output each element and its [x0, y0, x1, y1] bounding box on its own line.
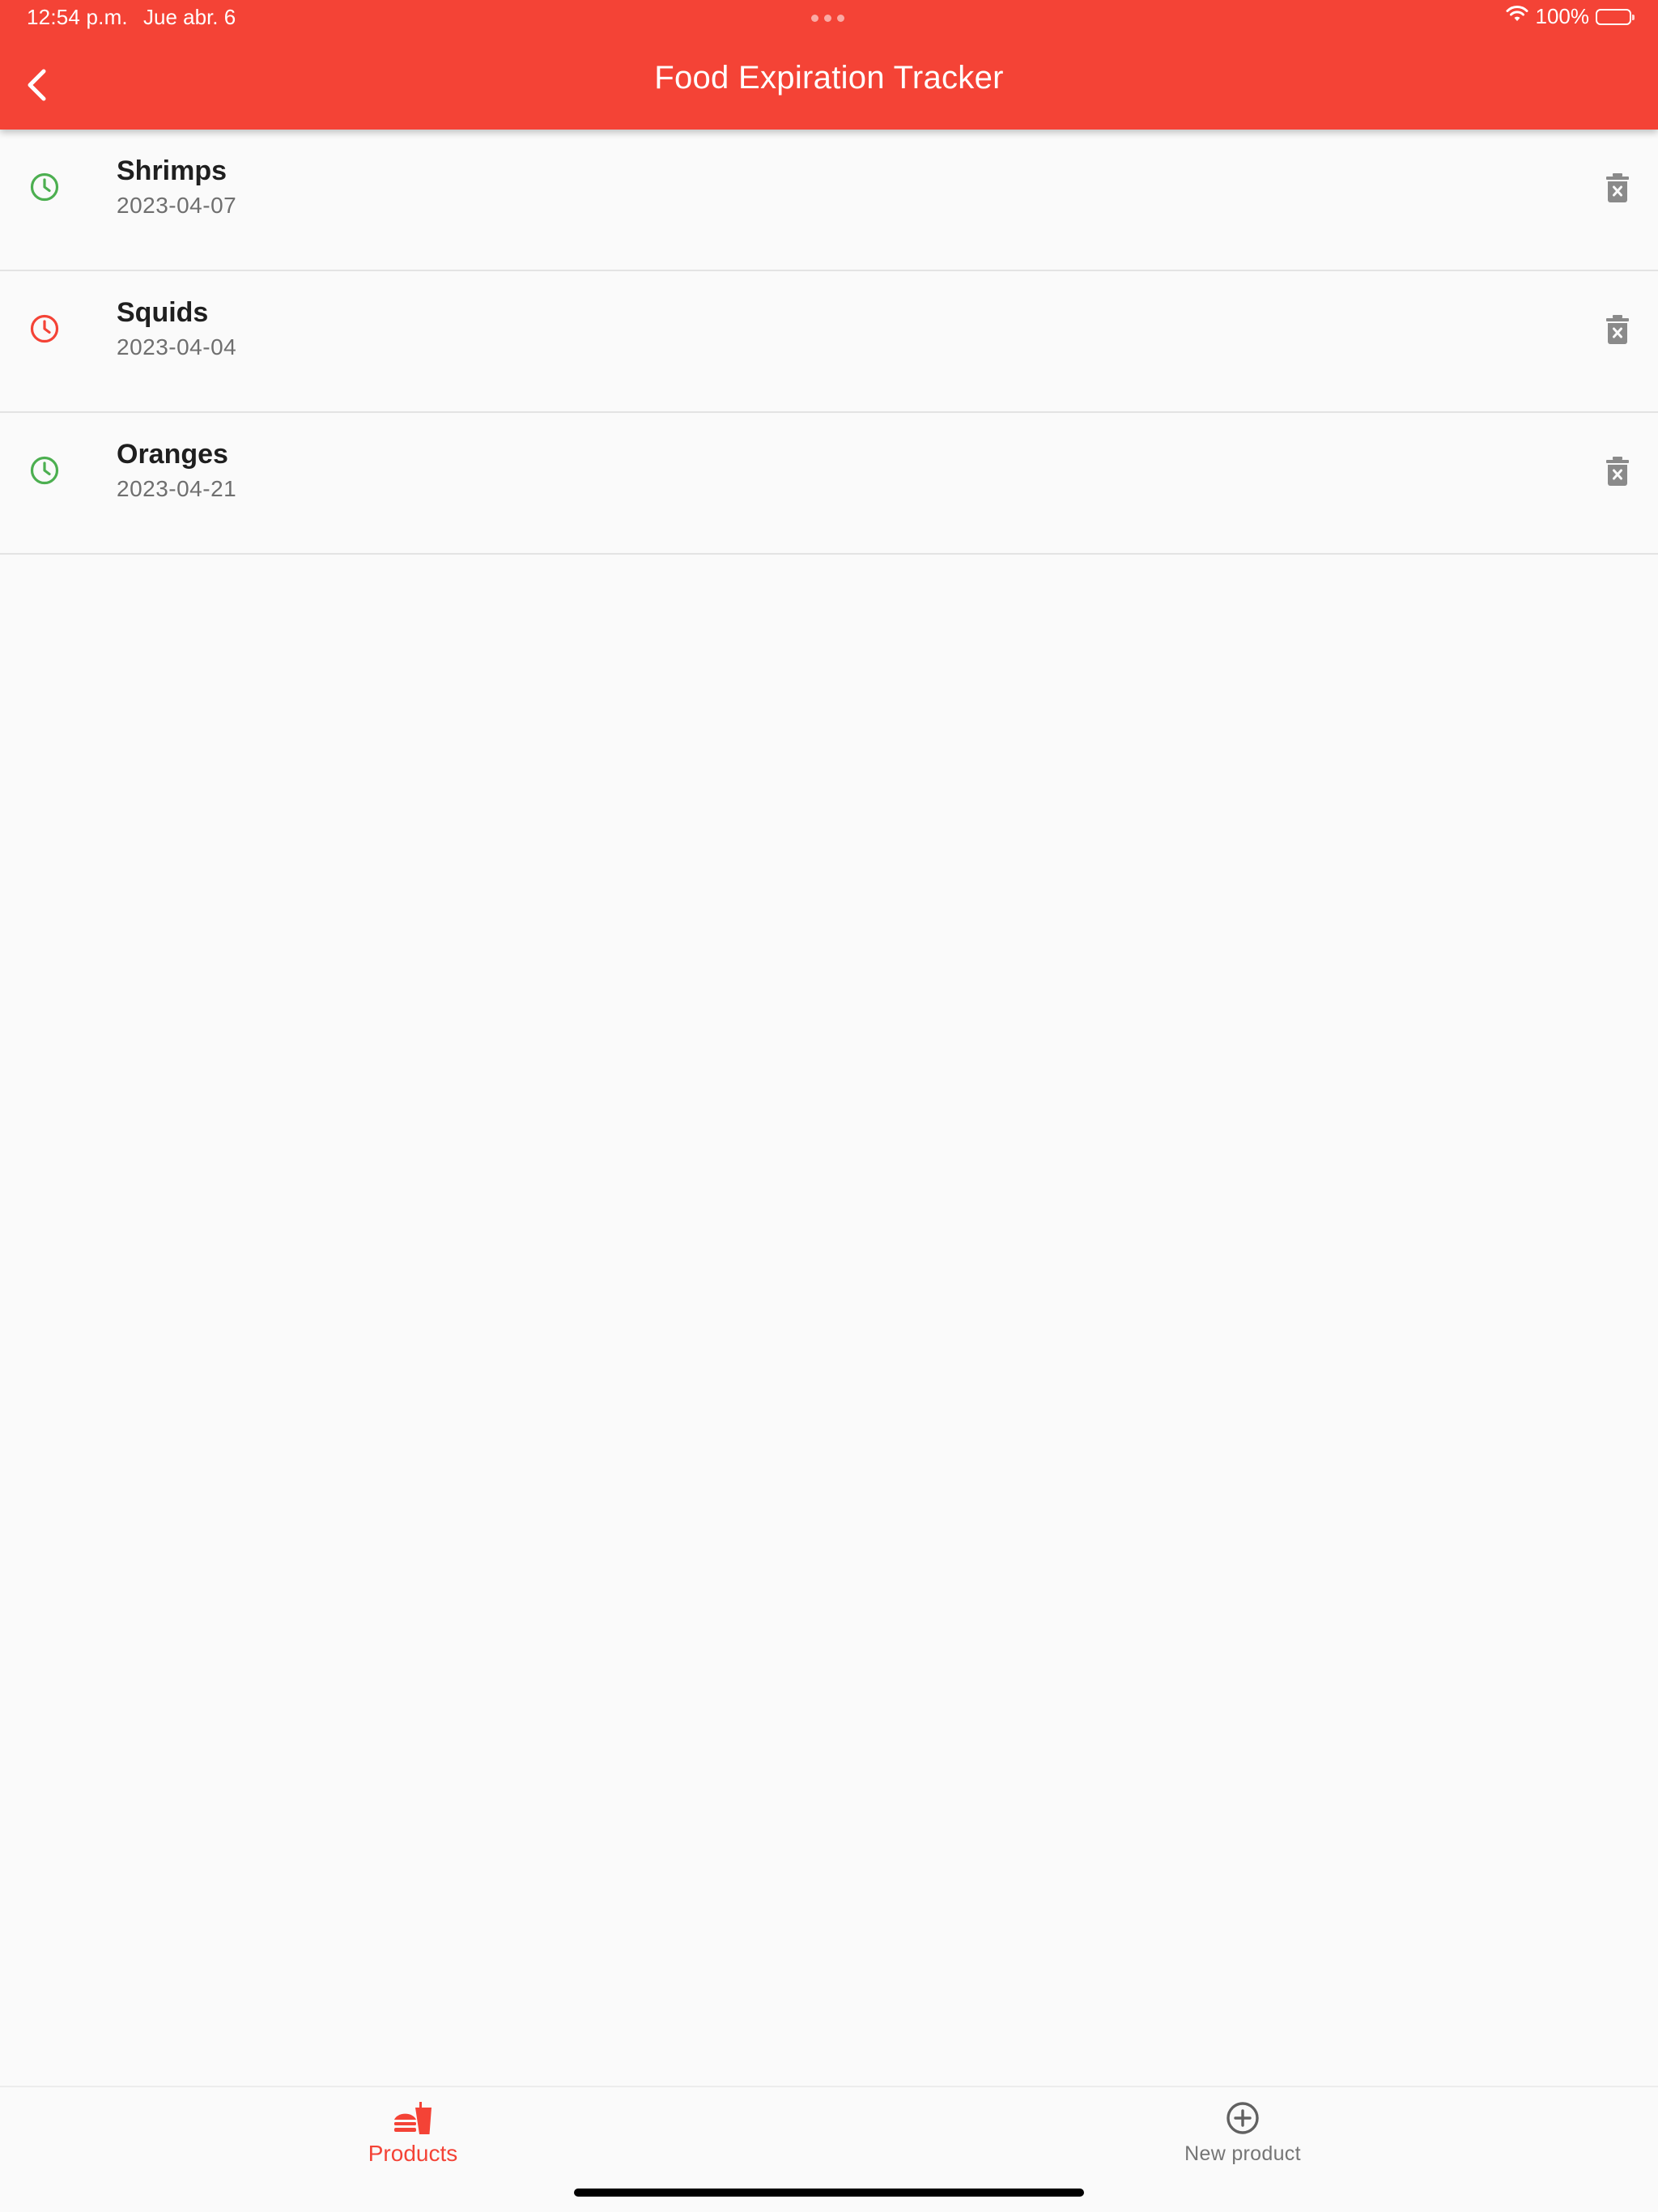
battery-icon	[1596, 8, 1635, 25]
app-root: 12:54 p.m. Jue abr. 6 100% Food Expirati…	[0, 0, 1658, 2212]
trash-x-icon	[1606, 315, 1629, 344]
add-circle-icon	[1226, 2102, 1259, 2134]
product-date: 2023-04-07	[117, 193, 237, 218]
clock-icon	[30, 314, 59, 343]
tab-new-product[interactable]: New product	[1081, 2100, 1405, 2181]
product-name: Shrimps	[117, 155, 227, 186]
tab-new-product-label: New product	[1184, 2142, 1301, 2165]
battery-percentage: 100%	[1535, 4, 1590, 28]
clock-icon	[30, 172, 59, 202]
app-header: 12:54 p.m. Jue abr. 6 100% Food Expirati…	[0, 0, 1658, 130]
clock-icon	[30, 456, 59, 485]
delete-button[interactable]	[1595, 449, 1640, 494]
product-date: 2023-04-21	[117, 476, 237, 501]
delete-button[interactable]	[1595, 307, 1640, 352]
tab-products-label: Products	[368, 2141, 458, 2166]
product-list: Shrimps 2023-04-07 Squids 2023-04-04 Ora…	[0, 130, 1658, 555]
fastfood-icon	[394, 2102, 432, 2134]
tab-products[interactable]: Products	[251, 2100, 575, 2181]
page-title: Food Expiration Tracker	[654, 60, 1004, 96]
list-item[interactable]: Squids 2023-04-04	[0, 271, 1658, 413]
product-name: Oranges	[117, 439, 228, 470]
delete-button[interactable]	[1595, 165, 1640, 211]
product-date: 2023-04-04	[117, 334, 237, 359]
home-indicator[interactable]	[574, 2189, 1084, 2197]
product-name: Squids	[117, 297, 209, 328]
trash-x-icon	[1606, 173, 1629, 202]
status-date: Jue abr. 6	[143, 5, 236, 29]
wifi-icon	[1505, 4, 1529, 29]
list-item[interactable]: Oranges 2023-04-21	[0, 413, 1658, 555]
status-right: 100%	[1505, 4, 1635, 29]
multitasking-dots-icon[interactable]	[811, 15, 844, 22]
list-item[interactable]: Shrimps 2023-04-07	[0, 130, 1658, 271]
trash-x-icon	[1606, 457, 1629, 486]
status-time: 12:54 p.m.	[27, 5, 128, 29]
